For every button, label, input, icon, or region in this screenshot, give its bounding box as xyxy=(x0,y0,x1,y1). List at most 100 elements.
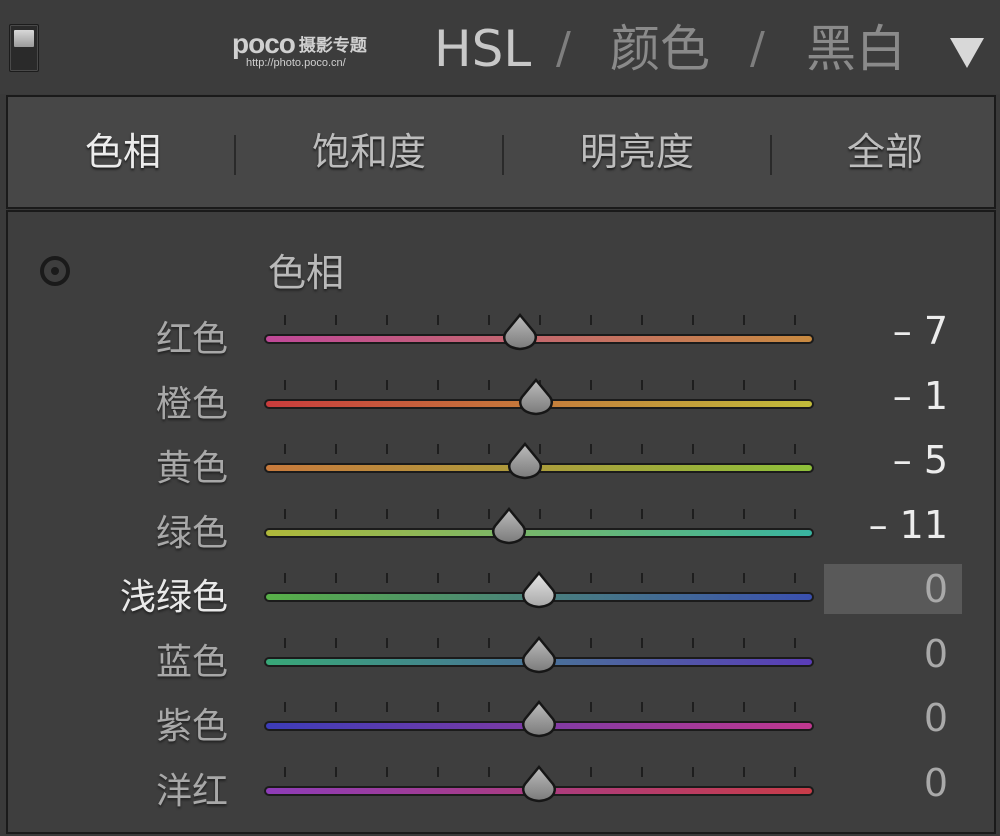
slider-track[interactable] xyxy=(264,334,814,344)
slider-tick xyxy=(386,637,388,648)
slider-tick xyxy=(794,508,796,519)
slider-label: 紫色 xyxy=(155,706,228,747)
slider-tick xyxy=(386,702,388,712)
slider-tick xyxy=(743,379,745,390)
slider-tick xyxy=(335,637,337,648)
tab-all[interactable]: 全部 xyxy=(790,97,980,207)
slider-tick xyxy=(743,315,745,325)
slider-label: 红色 xyxy=(155,319,228,360)
slider-label: 橙色 xyxy=(155,383,228,425)
panel-header: poco 摄影专题 http://photo.poco.cn/ HSL / 颜色 … xyxy=(0,0,1000,94)
slider-tick xyxy=(692,379,694,390)
slider-tick xyxy=(743,444,745,454)
slider-tick xyxy=(692,508,694,519)
slider-tick xyxy=(284,766,286,777)
slider-thumb[interactable] xyxy=(520,764,558,804)
slider-tick xyxy=(794,444,796,454)
slider-tick xyxy=(794,637,796,648)
slider-tick xyxy=(437,379,439,390)
hsl-tab-bar: 色相 饱和度 明亮度 全部 xyxy=(6,95,996,209)
slider-thumb[interactable] xyxy=(506,441,544,481)
slider-tick xyxy=(488,702,490,712)
slider-tick xyxy=(794,379,796,390)
nav-color[interactable]: 颜色 xyxy=(610,14,710,84)
slider-track[interactable] xyxy=(264,527,814,538)
nav-black-white[interactable]: 黑白 xyxy=(806,14,906,84)
slider-label: 洋红 xyxy=(155,770,228,812)
slider-row-blue: 蓝色 0 xyxy=(8,627,994,691)
slider-thumb[interactable] xyxy=(517,377,555,417)
slider-tick xyxy=(335,379,337,390)
slider-tick xyxy=(386,573,388,583)
slider-tick xyxy=(437,315,439,325)
slider-tick xyxy=(488,444,490,454)
slider-tick xyxy=(590,379,592,390)
slider-tick xyxy=(539,508,541,519)
slider-row-red: 红色 – 7 xyxy=(8,304,994,368)
slider-label: 黄色 xyxy=(155,448,228,489)
slider-tick xyxy=(590,444,592,454)
slider-tick xyxy=(284,573,286,583)
slider-tick xyxy=(437,702,439,712)
slider-row-orange: 橙色 – 1 xyxy=(8,369,994,433)
slider-tick xyxy=(794,702,796,712)
triangle-down-icon[interactable] xyxy=(950,38,984,68)
slider-tick xyxy=(386,508,388,519)
slider-tick xyxy=(590,766,592,777)
slider-thumb[interactable] xyxy=(520,570,558,610)
slider-tick xyxy=(284,637,286,648)
slider-tick xyxy=(590,702,592,712)
slider-tick xyxy=(386,766,388,777)
slider-tick xyxy=(437,508,439,519)
slider-thumb[interactable] xyxy=(490,506,528,546)
slider-value-field[interactable]: – 1 xyxy=(824,371,962,421)
slider-value-field[interactable]: 0 xyxy=(824,564,962,614)
slider-tick xyxy=(743,766,745,777)
slider-tick xyxy=(692,315,694,325)
slider-tick xyxy=(590,315,592,325)
slider-tick xyxy=(284,702,286,712)
slider-tick xyxy=(641,508,643,519)
slider-tick xyxy=(794,315,796,325)
slider-value-field[interactable]: – 11 xyxy=(824,500,962,550)
slider-tick xyxy=(743,573,745,583)
slider-tick xyxy=(743,508,745,519)
slider-label: 浅绿色 xyxy=(119,577,228,618)
slider-tick xyxy=(539,315,541,325)
slider-label: 绿色 xyxy=(155,512,228,554)
tab-saturation[interactable]: 饱和度 xyxy=(254,97,484,207)
slider-thumb[interactable] xyxy=(520,699,558,739)
slider-tick xyxy=(488,766,490,777)
slider-tick xyxy=(692,573,694,583)
nav-hsl[interactable]: HSL xyxy=(434,14,531,84)
slider-value-field[interactable]: – 5 xyxy=(824,435,962,485)
slider-thumb[interactable] xyxy=(501,312,539,352)
nav-separator: / xyxy=(750,23,765,74)
slider-value-field[interactable]: – 7 xyxy=(824,306,962,356)
slider-tick xyxy=(488,637,490,648)
header-nav: HSL / 颜色 / 黑白 xyxy=(0,14,1000,84)
slider-tick xyxy=(284,379,286,390)
slider-tick xyxy=(641,702,643,712)
tab-divider xyxy=(770,135,772,175)
slider-row-green: 绿色 – 11 xyxy=(8,498,994,562)
slider-tick xyxy=(692,637,694,648)
slider-tick xyxy=(641,637,643,648)
slider-tick xyxy=(488,573,490,583)
slider-tick xyxy=(641,766,643,777)
tab-luminance[interactable]: 明亮度 xyxy=(522,97,752,207)
target-adjust-icon[interactable] xyxy=(40,256,70,286)
slider-value-field[interactable]: 0 xyxy=(824,693,962,743)
slider-label: 蓝色 xyxy=(155,641,228,683)
slider-tick xyxy=(335,702,337,712)
slider-value-field[interactable]: 0 xyxy=(824,629,962,679)
slider-row-magenta: 洋红 0 xyxy=(8,756,994,820)
slider-tick xyxy=(488,379,490,390)
slider-row-purple: 紫色 0 xyxy=(8,691,994,755)
slider-tick xyxy=(692,702,694,712)
slider-tick xyxy=(335,508,337,519)
tab-divider xyxy=(234,135,236,175)
slider-value-field[interactable]: 0 xyxy=(824,758,962,808)
tab-hue[interactable]: 色相 xyxy=(28,97,218,207)
slider-thumb[interactable] xyxy=(520,635,558,675)
